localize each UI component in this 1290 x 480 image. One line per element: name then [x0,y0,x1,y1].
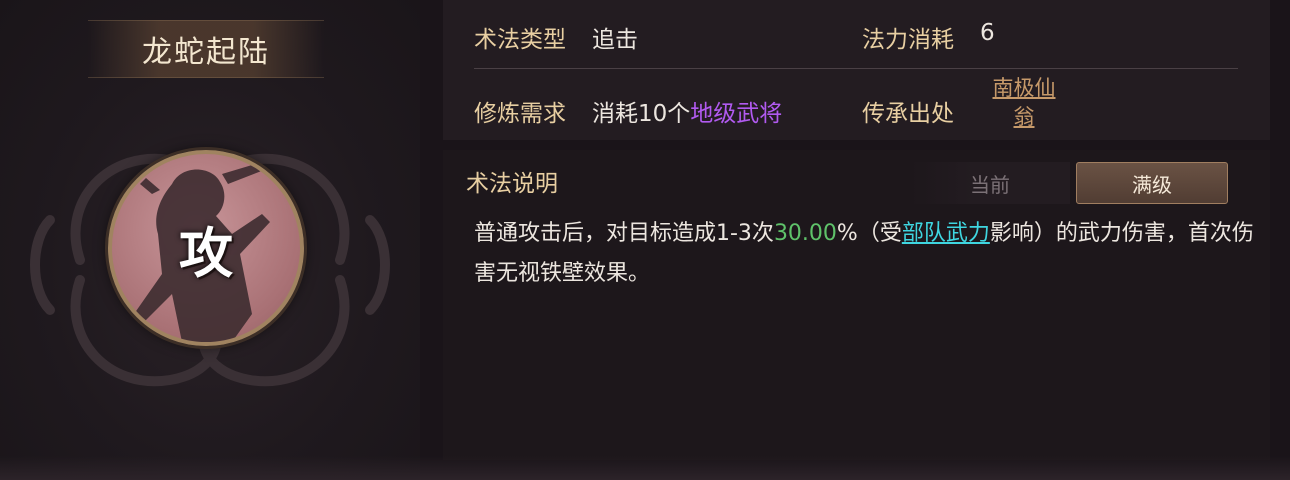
type-value: 追击 [592,27,638,53]
skill-emblem: 攻 [108,150,304,346]
desc-part-1: 普通攻击后，对目标造成1-3次 [474,221,774,246]
tab-max-level[interactable]: 满级 [1076,162,1228,204]
cost-label: 法力消耗 [862,27,954,53]
skill-name: 龙蛇起陆 [142,35,270,70]
description-text: 普通攻击后，对目标造成1-3次30.00%（受部队武力影响）的武力伤害，首次伤害… [474,214,1254,294]
damage-percent: 30.00 [773,221,837,246]
info-divider [474,68,1238,69]
requirement-prefix: 消耗10个 [592,101,691,127]
source-link[interactable]: 南极仙翁 [988,74,1060,132]
source-label: 传承出处 [862,101,954,127]
description-title: 术法说明 [466,171,558,197]
type-label: 术法类型 [474,27,566,53]
troop-force-link[interactable]: 部队武力 [902,221,990,246]
desc-part-2: %（受 [836,221,902,246]
skill-title-banner: 龙蛇起陆 [88,20,324,78]
attack-type-glyph: 攻 [179,221,233,285]
bottom-shadow [0,456,1290,480]
tab-current-level[interactable]: 当前 [910,162,1070,204]
cost-value: 6 [980,20,995,46]
requirement-value: 消耗10个地级武将 [592,94,782,128]
skill-portrait-panel: 龙蛇起陆 攻 [0,0,420,480]
requirement-label: 修炼需求 [474,101,566,127]
skill-info-panel [443,0,1270,140]
requirement-highlight: 地级武将 [690,101,783,127]
